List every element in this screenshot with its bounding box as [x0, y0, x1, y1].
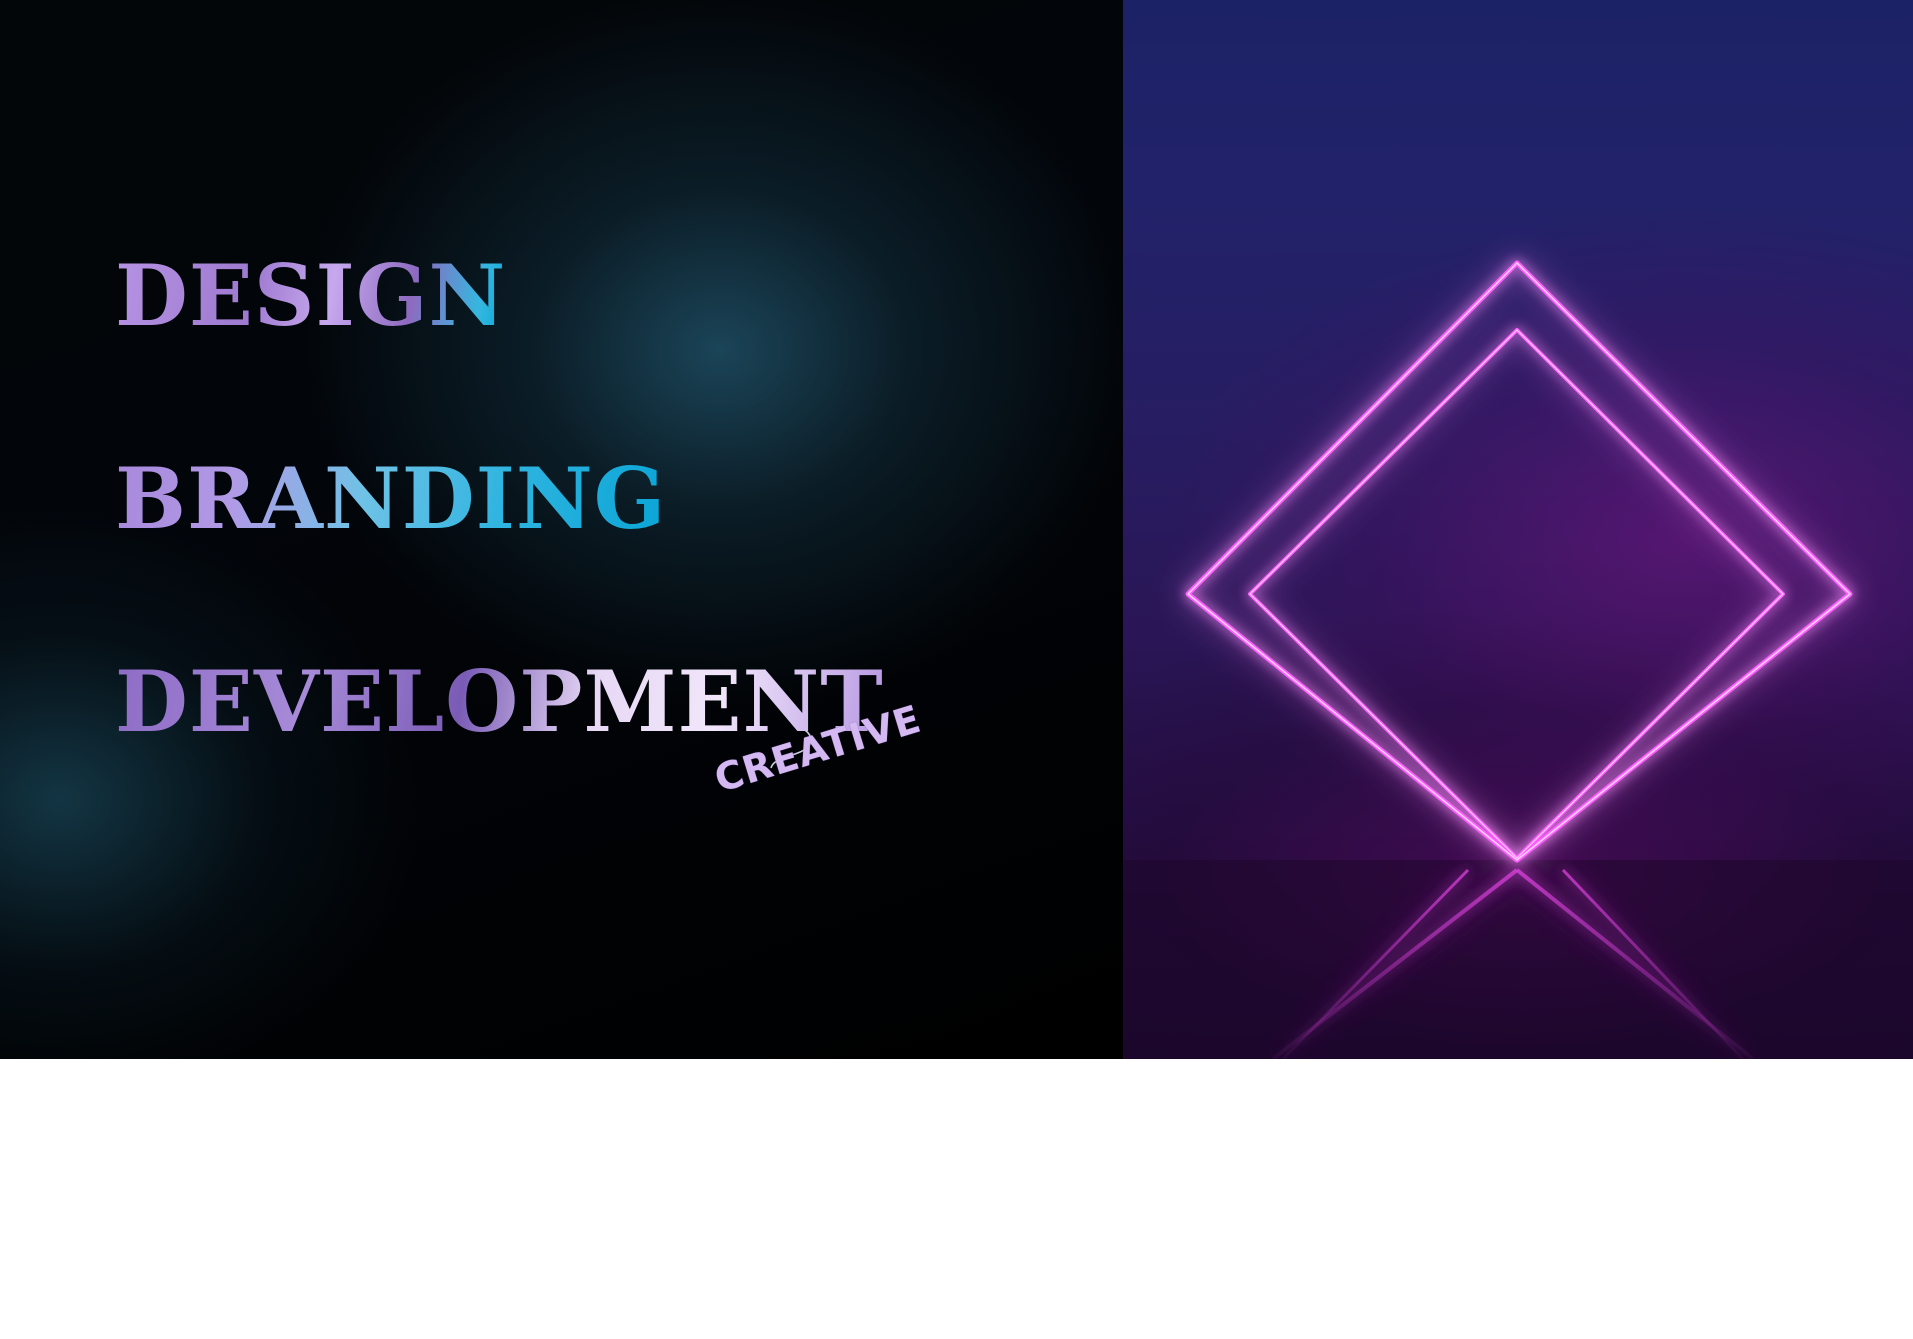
hero-banner: DESIGN BRANDING DEVELOPMENT CREATIVE [0, 0, 1913, 1059]
left-panel: DESIGN BRANDING DEVELOPMENT CREATIVE [0, 0, 1123, 1059]
headline-design: DESIGN [115, 246, 507, 345]
neon-diamond-icon [1123, 260, 1913, 1059]
neon-illustration [1123, 0, 1913, 1059]
headline-branding: BRANDING [115, 449, 667, 548]
